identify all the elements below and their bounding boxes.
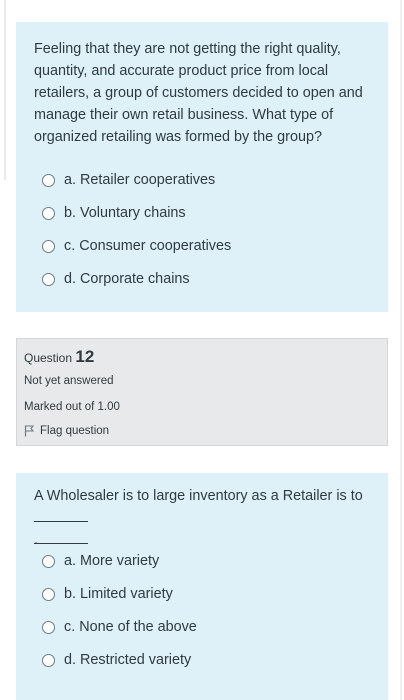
option-label: a. More variety xyxy=(64,553,160,569)
question-11-option-b[interactable]: b. Voluntary chains xyxy=(42,201,186,225)
question-12-content: A Wholesaler is to large inventory as a … xyxy=(16,473,388,700)
option-label: d. Corporate chains xyxy=(64,271,190,287)
question-11-content: Feeling that they are not getting the ri… xyxy=(16,22,388,312)
radio-button[interactable] xyxy=(42,173,55,187)
question-grade: Marked out of 1.00 xyxy=(24,401,120,413)
radio-button[interactable] xyxy=(42,272,55,286)
question-11-text: Feeling that they are not getting the ri… xyxy=(34,41,363,145)
blank-underline xyxy=(34,507,88,522)
question-spacer xyxy=(16,312,388,338)
option-label: b. Limited variety xyxy=(64,586,173,602)
radio-button[interactable] xyxy=(42,239,55,253)
radio-button[interactable] xyxy=(42,206,55,220)
question-12-option-a[interactable]: a. More variety xyxy=(42,549,159,573)
option-label: b. Voluntary chains xyxy=(64,205,186,221)
radio-button[interactable] xyxy=(42,620,55,634)
option-label: a. Retailer cooperatives xyxy=(64,172,216,188)
answer-blank: . xyxy=(34,507,92,548)
option-label: c. None of the above xyxy=(64,619,197,635)
radio-button[interactable] xyxy=(42,587,55,601)
radio-button[interactable] xyxy=(42,653,55,667)
question-12-option-c[interactable]: c. None of the above xyxy=(42,615,197,639)
question-12-text-block: A Wholesaler is to large inventory as a … xyxy=(34,485,372,548)
radio-button[interactable] xyxy=(42,554,55,568)
question-11-option-a[interactable]: a. Retailer cooperatives xyxy=(42,168,215,192)
flag-question-link[interactable]: Flag question xyxy=(24,425,109,437)
question-11-option-d[interactable]: d. Corporate chains xyxy=(42,267,190,291)
question-prefix: Question xyxy=(24,351,73,365)
question-number-value: 12 xyxy=(75,347,95,366)
question-number: Question 12 xyxy=(24,347,94,367)
question-12-text: A Wholesaler is to large inventory as a … xyxy=(34,488,363,504)
option-label: d. Restricted variety xyxy=(64,652,192,668)
question-12-option-b[interactable]: b. Limited variety xyxy=(42,582,173,606)
page-right-rule xyxy=(400,0,402,700)
blank-suffix: . xyxy=(34,529,88,548)
option-label: c. Consumer cooperatives xyxy=(64,238,232,254)
question-11-option-c[interactable]: c. Consumer cooperatives xyxy=(42,234,231,258)
flag-icon xyxy=(24,425,34,437)
page-left-rule xyxy=(4,0,6,180)
question-12-info: Question 12 Not yet answered Marked out … xyxy=(16,338,388,446)
question-12-option-d[interactable]: d. Restricted variety xyxy=(42,648,191,672)
question-state: Not yet answered xyxy=(24,375,114,387)
flag-question-label: Flag question xyxy=(40,425,110,437)
